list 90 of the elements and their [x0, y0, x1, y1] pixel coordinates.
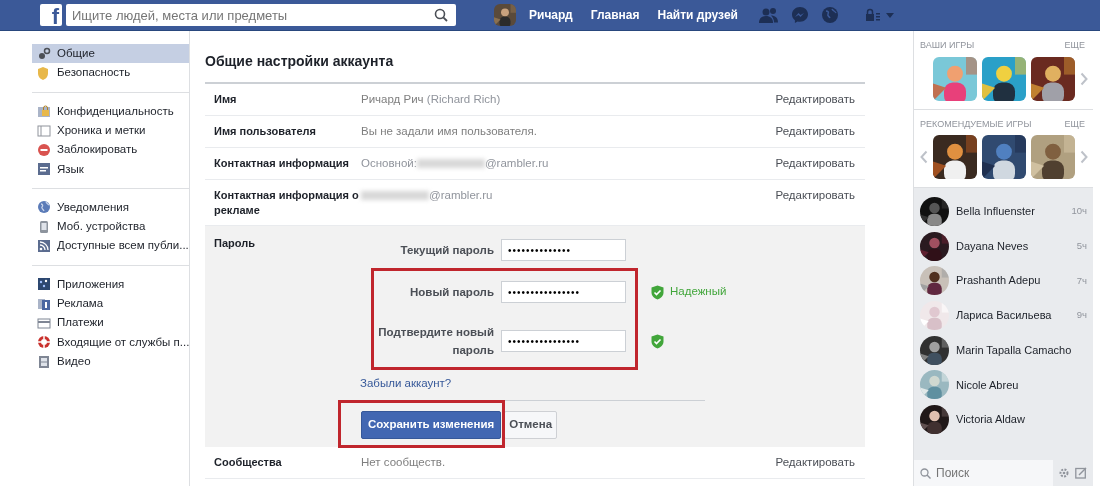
- sidebar-item[interactable]: Безопасность: [32, 63, 189, 83]
- settings-icon[interactable]: [1058, 467, 1070, 479]
- sidebar-item[interactable]: Видео: [32, 351, 189, 372]
- sidebar-item[interactable]: Конфиденциальность: [32, 101, 189, 121]
- contact-row[interactable]: Marin Tapalla Camacho: [914, 332, 1093, 368]
- row-label: Имя пользователя: [214, 124, 317, 139]
- sidebar-item[interactable]: Хроника и метки: [32, 120, 189, 141]
- contact-row[interactable]: Bella Influenster 10ч: [914, 194, 1093, 229]
- blocked-icon: [37, 142, 51, 157]
- sidebar-item[interactable]: Заблокировать: [32, 140, 189, 160]
- feed-icon: [37, 239, 51, 253]
- contact-row[interactable]: Prashanth Adepu 7ч: [914, 263, 1093, 299]
- timeline-icon: [37, 123, 51, 138]
- password-field[interactable]: ••••••••••••••••: [501, 330, 626, 352]
- sidebar-item[interactable]: Реклама: [32, 293, 189, 314]
- password-field[interactable]: ••••••••••••••••: [501, 281, 626, 303]
- compose-icon[interactable]: [1075, 467, 1087, 479]
- edit-link[interactable]: Редактировать: [775, 156, 855, 172]
- phone-icon: [37, 219, 51, 234]
- edit-link[interactable]: Редактировать: [775, 454, 855, 471]
- search-field[interactable]: Ищите людей, места или предметы: [66, 4, 456, 26]
- card-icon: [37, 315, 51, 330]
- row-label: Контактная информация о рекламе: [214, 188, 360, 218]
- row-label: Пароль: [214, 236, 256, 251]
- globe-icon: [37, 200, 51, 215]
- sidebar-item[interactable]: Общие: [32, 44, 189, 64]
- forgot-link[interactable]: Забыли аккаунт?: [360, 375, 705, 402]
- row-value: Ричард Рич (Richard Rich): [361, 93, 501, 105]
- last-active-time: 9ч: [1076, 308, 1087, 323]
- language-icon: [37, 162, 51, 177]
- apps-icon: [37, 277, 51, 292]
- row-value: Основной:: [361, 157, 417, 169]
- contact-row[interactable]: Victoria Aldaw: [914, 402, 1093, 437]
- blurred-text: [416, 159, 485, 169]
- contact-row[interactable]: Лариса Васильева 9ч: [914, 298, 1093, 333]
- last-active-time: 7ч: [1076, 273, 1087, 288]
- chat-search-field[interactable]: Поиск: [914, 460, 1053, 486]
- chevron-right-icon[interactable]: [1080, 71, 1088, 86]
- row-label: Контактная информация: [214, 156, 350, 171]
- sidebar-item[interactable]: Уведомления: [32, 197, 189, 218]
- globe-icon[interactable]: [820, 6, 839, 24]
- gear-icon: [37, 46, 51, 61]
- row-value: @rambler.ru: [429, 189, 493, 201]
- row-value: @rambler.ru: [484, 157, 549, 169]
- film-icon: [37, 354, 51, 369]
- messenger-icon[interactable]: [790, 6, 809, 24]
- edit-link[interactable]: Редактировать: [775, 188, 855, 218]
- strength-text: Надежный: [670, 284, 727, 300]
- ads-icon: [37, 296, 51, 311]
- password-field[interactable]: ••••••••••••••: [501, 239, 626, 261]
- sidebar-item[interactable]: Доступные всем публи...: [32, 236, 189, 256]
- profile-link[interactable]: Ричард: [520, 6, 582, 24]
- contact-row[interactable]: Dayana Neves 5ч: [914, 228, 1093, 264]
- lock-menu-icon[interactable]: [864, 8, 895, 22]
- cancel-button[interactable]: Отмена: [504, 411, 558, 439]
- sidebar-item[interactable]: Язык: [32, 159, 189, 179]
- row-value: Нет сообществ.: [361, 455, 446, 468]
- chevron-right-icon[interactable]: [1080, 150, 1088, 164]
- save-button[interactable]: Сохранить изменения: [361, 411, 502, 439]
- contact-row[interactable]: Nicole Abreu: [914, 367, 1093, 403]
- last-active-time: 5ч: [1076, 238, 1087, 253]
- lock-icon: [37, 104, 51, 119]
- chevron-left-icon[interactable]: [920, 150, 928, 164]
- sidebar-item[interactable]: Платежи: [32, 313, 189, 333]
- sidebar-item[interactable]: Моб. устройства: [32, 217, 189, 237]
- section-heading: РЕКОМЕНДУЕМЫЕ ИГРЫ: [920, 117, 1032, 131]
- sidebar-item[interactable]: Входящие от службы п...: [32, 332, 189, 352]
- last-active-time: 10ч: [1071, 204, 1087, 219]
- field-label: Текущий пароль: [399, 243, 495, 258]
- field-label: Новый пароль: [409, 285, 495, 300]
- nav-link[interactable]: Найти друзей: [648, 6, 747, 24]
- shield-check-icon: [651, 333, 664, 349]
- search-icon: [920, 468, 931, 479]
- row-label: Сообщества: [214, 454, 283, 470]
- nav-link[interactable]: Главная: [581, 6, 649, 24]
- blurred-text: [361, 191, 429, 201]
- edit-link[interactable]: Редактировать: [775, 124, 855, 140]
- page-title: Общие настройки аккаунта: [205, 31, 865, 84]
- search-icon[interactable]: [434, 8, 448, 22]
- friends-icon[interactable]: [758, 7, 779, 23]
- row-value: Вы не задали имя пользователя.: [361, 125, 537, 137]
- field-label: Подтвердите новый пароль: [377, 325, 495, 358]
- section-heading: ВАШИ ИГРЫ: [920, 39, 975, 52]
- edit-link[interactable]: Редактировать: [775, 92, 855, 108]
- logo[interactable]: f: [40, 4, 62, 26]
- sidebar-item[interactable]: Приложения: [32, 274, 189, 294]
- shield-check-icon: [651, 284, 664, 300]
- row-label: Имя: [214, 92, 238, 107]
- lifebuoy-icon: [37, 335, 51, 350]
- badge-icon: [37, 65, 51, 80]
